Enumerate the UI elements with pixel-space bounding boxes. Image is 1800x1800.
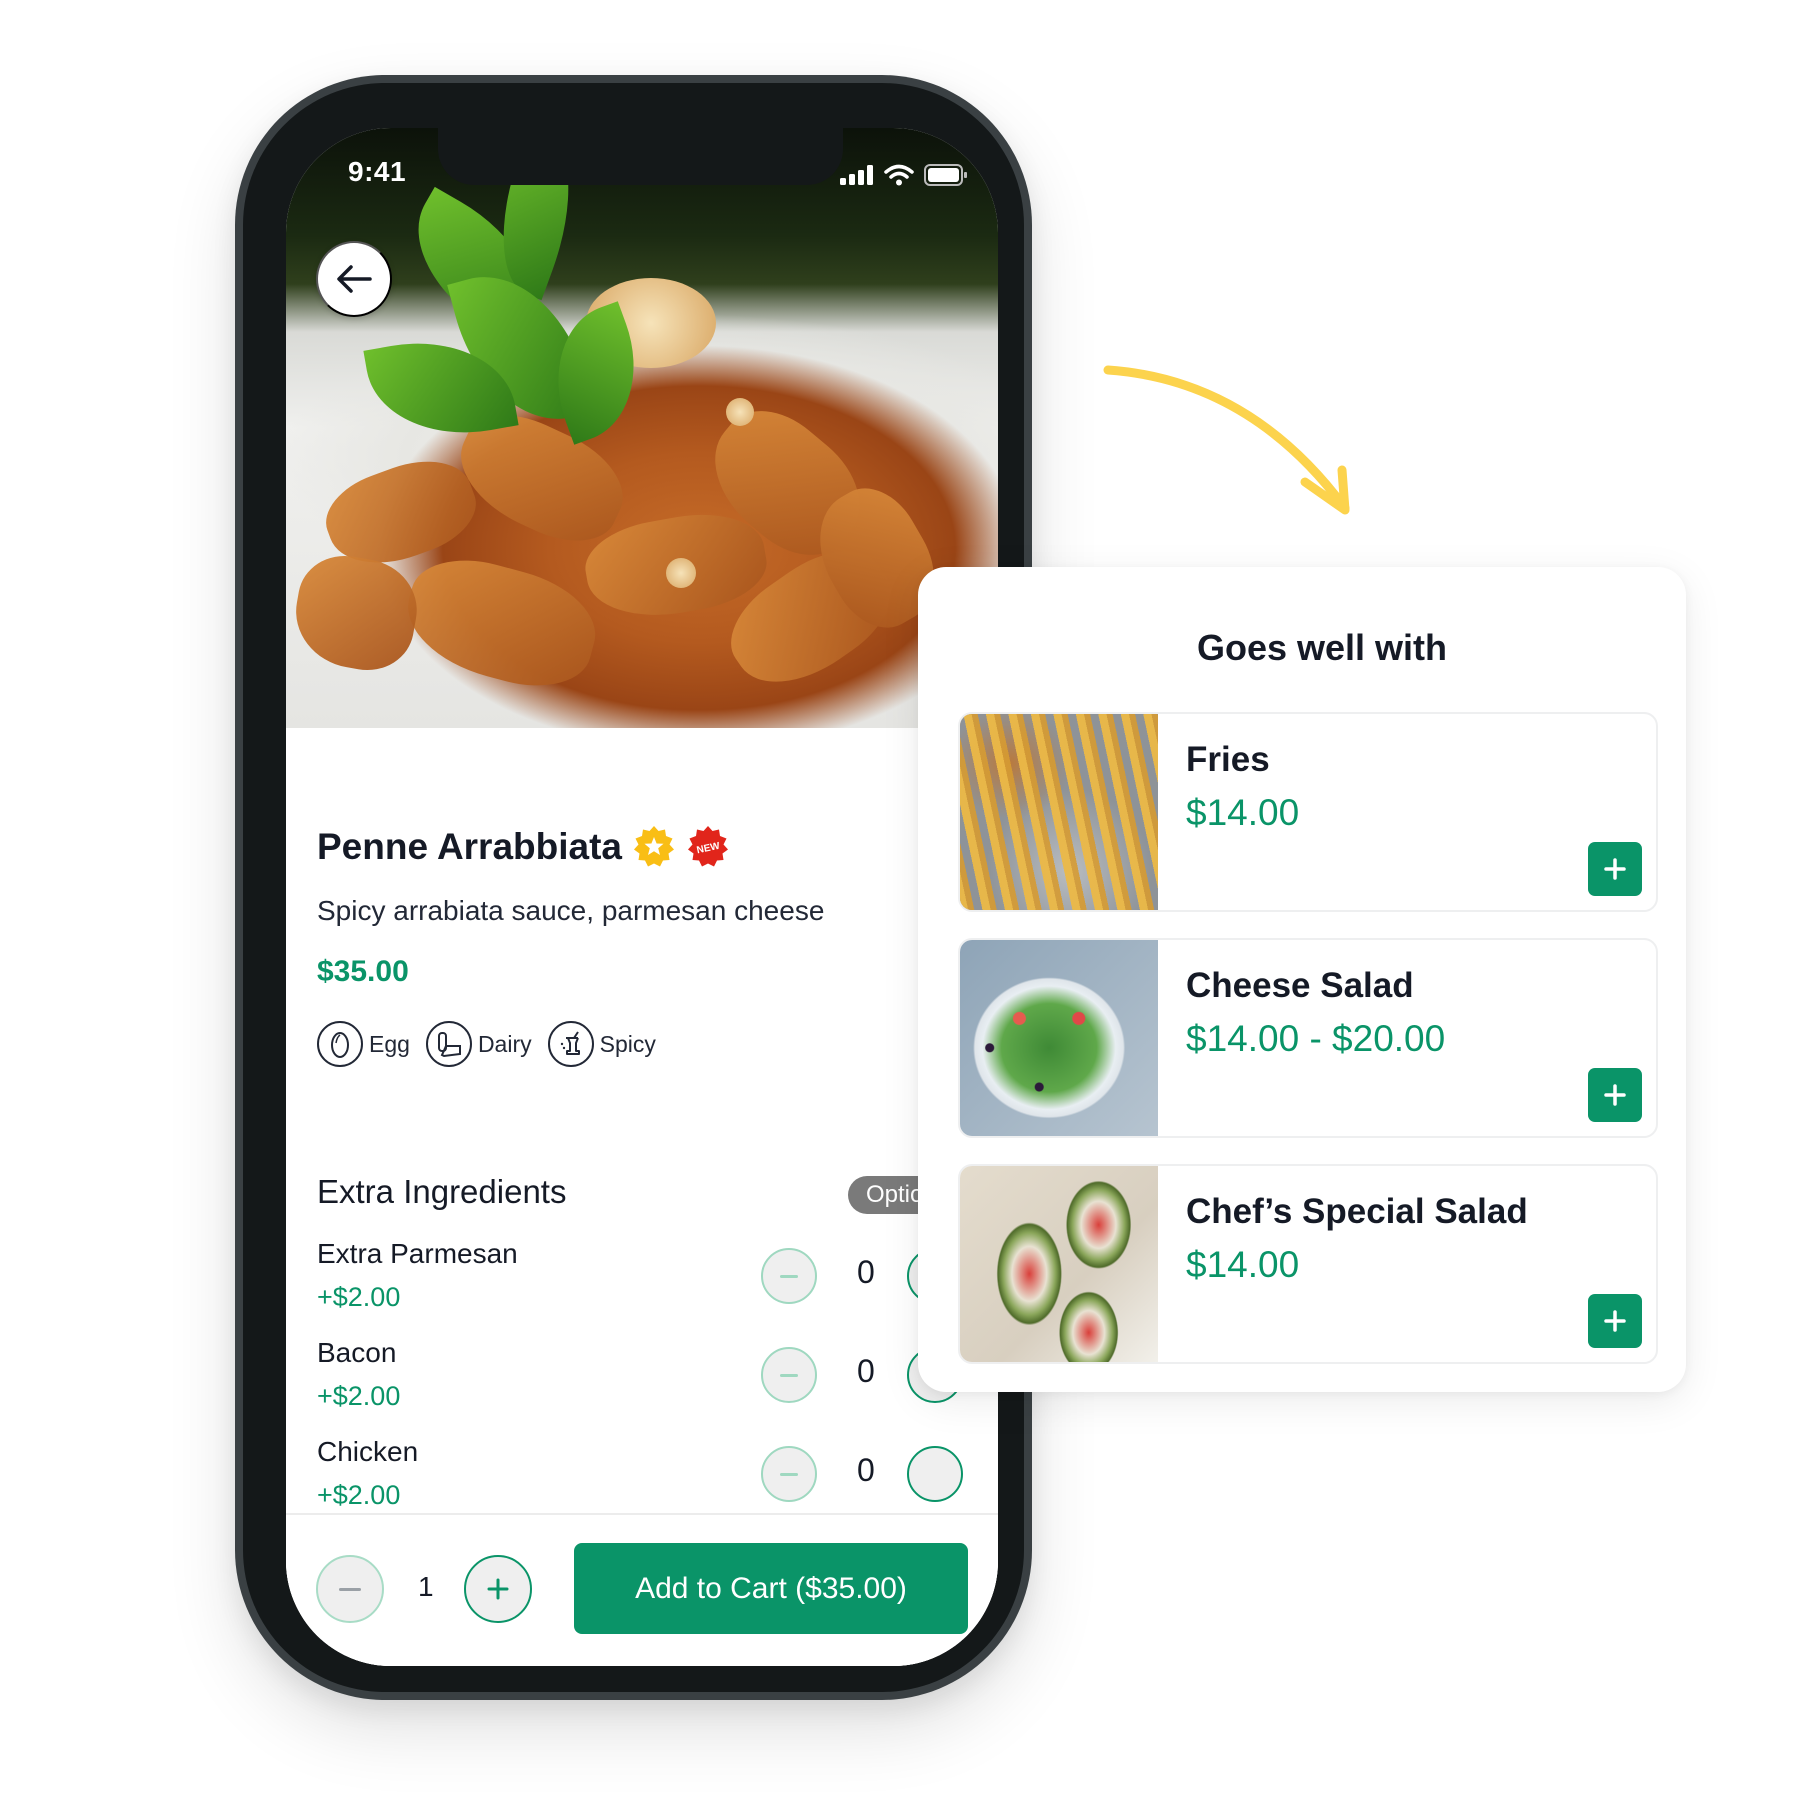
egg-icon <box>317 1021 363 1067</box>
pairing-price: $14.00 <box>1186 1244 1300 1285</box>
pasta-detail <box>395 545 607 701</box>
extra-count: 0 <box>857 1353 875 1389</box>
allergen-egg: Egg <box>317 1021 410 1067</box>
pairing-name: Fries <box>1186 740 1270 779</box>
parmesan-detail <box>726 398 754 426</box>
arrow-left-icon <box>337 265 372 293</box>
cart-bar: 1 Add to Cart ($35.00) <box>286 1513 998 1666</box>
new-badge-icon: NEW <box>688 826 728 867</box>
dish-price: $35.00 <box>317 955 409 988</box>
status-icons <box>840 164 968 186</box>
curved-arrow-icon <box>1103 365 1350 515</box>
allergen-label: Spicy <box>599 1030 656 1057</box>
decrement-button[interactable] <box>761 1446 817 1502</box>
signal-icon <box>840 165 873 185</box>
allergen-dairy: Dairy <box>425 1021 532 1067</box>
pasta-detail <box>287 548 425 678</box>
cheese-salad-thumbnail <box>960 940 1158 1136</box>
pairing-price: $14.00 - $20.00 <box>1186 1018 1446 1059</box>
pairings-panel: Goes well with Fries $14.00 Cheese Salad… <box>918 567 1686 1392</box>
fries-thumbnail <box>960 714 1158 910</box>
phone-bezel: 9:41 Penne Arrabbiata NEW Spicy arrabiat… <box>243 83 1024 1692</box>
decrement-button[interactable] <box>761 1347 817 1403</box>
pairing-name: Chef’s Special Salad <box>1186 1192 1528 1231</box>
phone-frame: 9:41 Penne Arrabbiata NEW Spicy arrabiat… <box>235 75 1032 1700</box>
increment-button[interactable] <box>907 1446 963 1502</box>
extra-price: +$2.00 <box>317 1381 401 1411</box>
extra-price: +$2.00 <box>317 1282 401 1312</box>
extra-item: Extra Parmesan +$2.00 0 <box>317 1238 998 1333</box>
battery-icon <box>924 164 967 186</box>
extra-name: Bacon <box>317 1337 397 1368</box>
parmesan-detail <box>666 558 696 588</box>
phone-notch <box>438 128 843 185</box>
dish-title: Penne Arrabbiata <box>317 826 622 867</box>
allergen-label: Egg <box>369 1030 410 1057</box>
quantity-decrement-button[interactable] <box>316 1555 384 1623</box>
extra-count: 0 <box>857 1452 875 1488</box>
add-pairing-button[interactable] <box>1588 1068 1642 1122</box>
pairing-card[interactable]: Fries $14.00 <box>958 712 1658 912</box>
star-badge-icon <box>634 826 674 867</box>
plus-icon <box>487 1578 509 1600</box>
chefs-salad-thumbnail <box>960 1166 1158 1362</box>
plus-icon <box>1604 858 1626 880</box>
pairing-card[interactable]: Cheese Salad $14.00 - $20.00 <box>958 938 1658 1138</box>
quantity-increment-button[interactable] <box>464 1555 532 1623</box>
add-to-cart-button[interactable]: Add to Cart ($35.00) <box>574 1543 968 1634</box>
add-pairing-button[interactable] <box>1588 842 1642 896</box>
allergen-list: Egg Dairy Spicy <box>317 1021 656 1067</box>
allergen-label: Dairy <box>477 1030 532 1057</box>
quantity-value: 1 <box>418 1571 434 1602</box>
decrement-button[interactable] <box>761 1248 817 1304</box>
extra-name: Chicken <box>317 1436 419 1467</box>
dish-title-row: Penne Arrabbiata NEW <box>317 825 730 869</box>
phone-screen: 9:41 Penne Arrabbiata NEW Spicy arrabiat… <box>286 128 998 1666</box>
dish-photo <box>286 128 998 728</box>
back-button[interactable] <box>316 241 392 317</box>
allergen-spicy: Spicy <box>547 1021 656 1067</box>
status-time: 9:41 <box>348 156 407 187</box>
spicy-icon <box>547 1021 594 1067</box>
plus-icon <box>1604 1310 1626 1332</box>
dairy-icon <box>425 1021 472 1067</box>
extra-count: 0 <box>857 1254 875 1290</box>
pairing-name: Cheese Salad <box>1186 966 1414 1005</box>
extra-name: Extra Parmesan <box>317 1238 518 1269</box>
add-pairing-button[interactable] <box>1588 1294 1642 1348</box>
plus-icon <box>1604 1084 1626 1106</box>
extra-price: +$2.00 <box>317 1480 401 1510</box>
pairing-price: $14.00 <box>1186 792 1300 833</box>
wifi-icon <box>884 164 914 186</box>
extra-item: Bacon +$2.00 0 <box>317 1337 998 1432</box>
extras-title: Extra Ingredients <box>317 1173 567 1210</box>
pairings-title: Goes well with <box>1196 627 1448 668</box>
dish-description: Spicy arrabiata sauce, parmesan cheese <box>317 895 825 926</box>
pairing-card[interactable]: Chef’s Special Salad $14.00 <box>958 1164 1658 1364</box>
